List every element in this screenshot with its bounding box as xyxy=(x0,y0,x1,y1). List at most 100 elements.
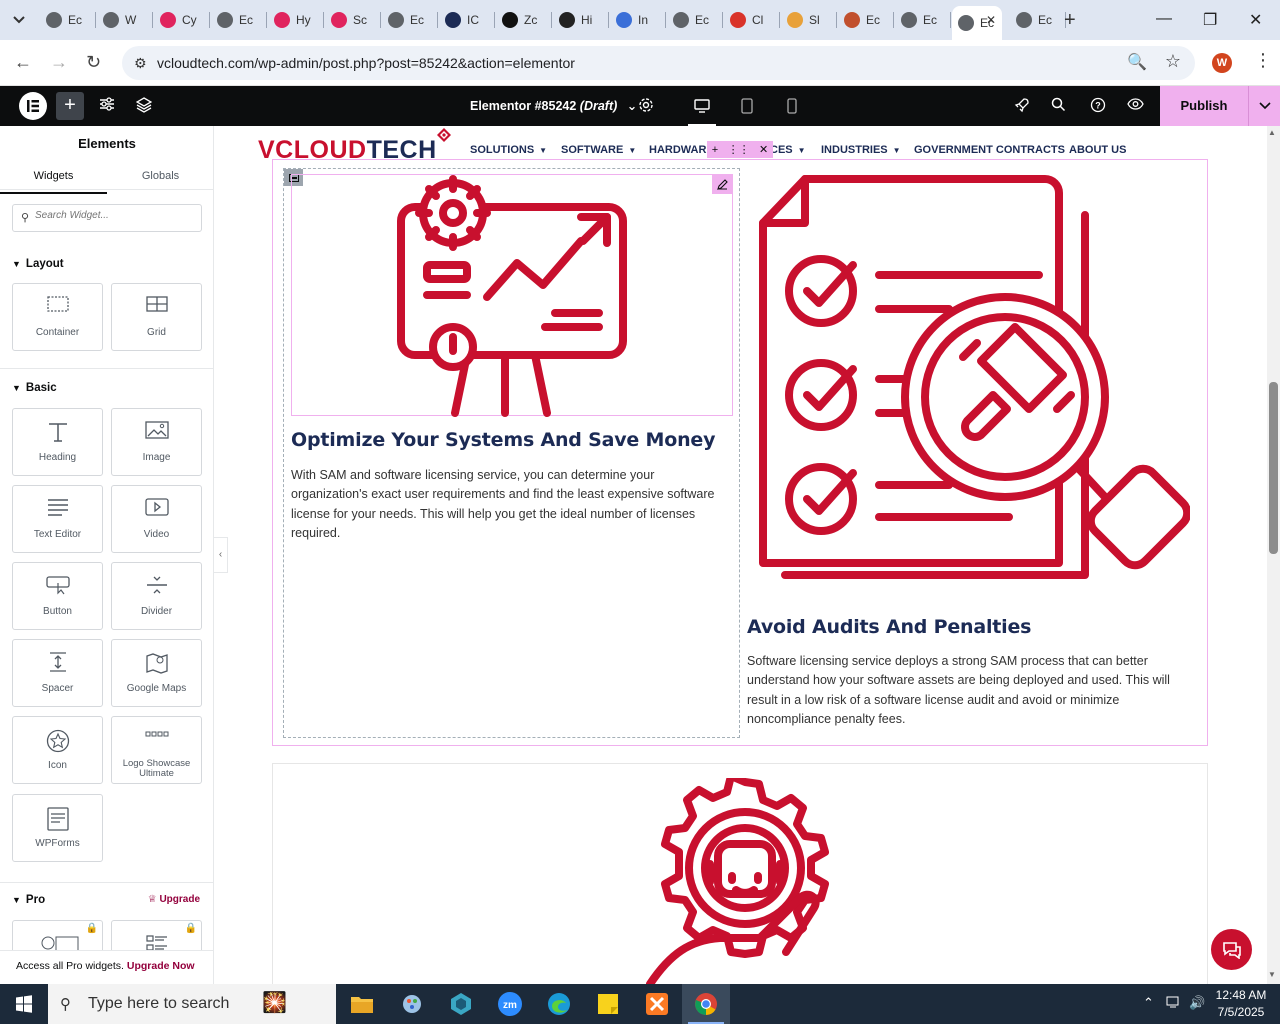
paint-app-icon[interactable] xyxy=(388,984,436,1024)
widget-video[interactable]: Video xyxy=(111,485,202,553)
browser-tab[interactable]: Hy xyxy=(268,6,324,34)
browser-tab[interactable]: Ec xyxy=(1010,6,1066,34)
address-bar[interactable]: ⚙ vcloudtech.com/wp-admin/post.php?post=… xyxy=(122,46,1195,80)
upgrade-now-link[interactable]: Upgrade Now xyxy=(127,960,195,972)
browser-tab[interactable]: Ec xyxy=(382,6,438,34)
browser-tab[interactable]: Hi xyxy=(553,6,609,34)
widget-grid[interactable]: Grid xyxy=(111,283,202,351)
tab-widgets[interactable]: Widgets xyxy=(0,170,107,194)
widget-spacer[interactable]: Spacer xyxy=(12,639,103,707)
browser-tab[interactable]: Ec ✕ xyxy=(952,6,1002,40)
document-title[interactable]: Elementor #85242 (Draft) ⌄ xyxy=(470,98,637,113)
bookmark-star-icon[interactable]: ☆ xyxy=(1165,51,1181,72)
browser-tab[interactable]: Cl xyxy=(724,6,780,34)
desktop-view-icon[interactable] xyxy=(680,86,724,126)
browser-tab[interactable]: Ec xyxy=(211,6,267,34)
widget-image[interactable]: Image xyxy=(111,408,202,476)
restore-window-button[interactable]: ❐ xyxy=(1203,10,1217,30)
network-icon[interactable] xyxy=(1166,995,1182,1012)
add-element-button[interactable]: + xyxy=(56,92,84,120)
mobile-view-icon[interactable] xyxy=(770,86,814,126)
browser-tab[interactable]: Cy xyxy=(154,6,210,34)
nav-item-software[interactable]: SOFTWARE ▼ xyxy=(561,144,636,156)
widget-logo-showcase[interactable]: Logo Showcase Ultimate xyxy=(111,716,202,784)
volume-icon[interactable]: 🔊 xyxy=(1189,995,1205,1011)
close-tab-icon[interactable]: ✕ xyxy=(986,13,996,27)
page-settings-gear-icon[interactable] xyxy=(638,97,654,117)
widget-text-editor[interactable]: Text Editor xyxy=(12,485,103,553)
chat-support-button[interactable] xyxy=(1211,929,1252,970)
sticky-notes-icon[interactable] xyxy=(584,984,632,1024)
canvas-scrollbar-thumb[interactable] xyxy=(1269,382,1278,554)
notes-rocket-icon[interactable] xyxy=(1014,97,1030,117)
scroll-up-arrow-icon[interactable]: ▲ xyxy=(1268,128,1276,137)
finder-search-icon[interactable] xyxy=(1051,97,1066,116)
widget-icon[interactable]: Icon xyxy=(12,716,103,784)
widget-search-field[interactable]: ⚲ xyxy=(12,204,202,232)
browser-tab[interactable]: Zc xyxy=(496,6,552,34)
nav-item-solutions[interactable]: SOLUTIONS ▼ xyxy=(470,144,547,156)
category-layout[interactable]: ▼ Layout xyxy=(12,258,64,270)
structure-layers-icon[interactable] xyxy=(135,97,153,117)
tab-search-button[interactable] xyxy=(6,8,32,32)
upgrade-link[interactable]: ♕ Upgrade xyxy=(148,894,200,905)
site-settings-icon[interactable] xyxy=(99,97,115,115)
taskbar-clock[interactable]: 12:48 AM 7/5/2025 xyxy=(1208,987,1274,1021)
publish-options-chevron-icon[interactable] xyxy=(1248,86,1280,126)
widget-google-maps[interactable]: Google Maps xyxy=(111,639,202,707)
canvas-scrollbar[interactable] xyxy=(1267,126,1280,984)
widget-search-input[interactable] xyxy=(35,210,195,221)
category-basic[interactable]: ▼ Basic xyxy=(12,382,57,394)
nav-item-services[interactable]: CES ▼ xyxy=(770,144,806,156)
widget-divider[interactable]: Divider xyxy=(111,562,202,630)
reload-button[interactable]: ↻ xyxy=(86,52,101,73)
chrome-browser-icon[interactable] xyxy=(682,984,730,1024)
windows-start-button[interactable] xyxy=(0,984,48,1024)
delete-section-icon[interactable]: ✕ xyxy=(759,143,768,156)
widget-heading[interactable]: Heading xyxy=(12,408,103,476)
file-explorer-icon[interactable] xyxy=(338,984,386,1024)
category-pro[interactable]: ▼ Pro xyxy=(12,894,45,906)
browser-menu-icon[interactable]: ⋮ xyxy=(1254,50,1272,71)
panel-collapse-toggle[interactable]: ‹ xyxy=(214,537,228,573)
browser-tab[interactable]: Sc xyxy=(325,6,381,34)
zoom-app-icon[interactable]: zm xyxy=(486,984,534,1024)
forward-button[interactable]: → xyxy=(50,52,68,73)
xampp-icon[interactable] xyxy=(633,984,681,1024)
tablet-view-icon[interactable] xyxy=(725,86,769,126)
edit-pencil-icon[interactable] xyxy=(712,175,732,194)
publish-button[interactable]: Publish xyxy=(1160,86,1248,126)
browser-tab[interactable]: W xyxy=(97,6,153,34)
elementor-logo-icon[interactable] xyxy=(19,92,47,120)
nav-item-hardware[interactable]: HARDWARE xyxy=(649,144,714,156)
back-button[interactable]: ← xyxy=(14,52,32,73)
browser-tab[interactable]: Ec xyxy=(40,6,96,34)
widget-button[interactable]: Button xyxy=(12,562,103,630)
add-section-icon[interactable]: + xyxy=(712,144,718,156)
edge-browser-icon[interactable] xyxy=(535,984,583,1024)
new-tab-button[interactable]: + xyxy=(1064,9,1076,32)
url-text[interactable]: vcloudtech.com/wp-admin/post.php?post=85… xyxy=(157,55,575,71)
show-hidden-icons-chevron-icon[interactable]: ⌃ xyxy=(1143,995,1154,1011)
browser-tab[interactable]: In xyxy=(610,6,666,34)
app-hex-icon[interactable] xyxy=(437,984,485,1024)
scroll-down-arrow-icon[interactable]: ▼ xyxy=(1268,970,1276,979)
preview-eye-icon[interactable] xyxy=(1127,97,1144,115)
site-info-icon[interactable]: ⚙ xyxy=(134,55,147,72)
tab-globals[interactable]: Globals xyxy=(107,170,213,182)
nav-item-industries[interactable]: INDUSTRIES ▼ xyxy=(821,144,901,156)
taskbar-search-box[interactable]: ⚲ Type here to search 🎇 xyxy=(48,984,336,1024)
nav-item-about-us[interactable]: ABOUT US xyxy=(1069,144,1126,156)
browser-tab[interactable]: Ec xyxy=(838,6,894,34)
browser-tab[interactable]: Sl xyxy=(781,6,837,34)
profile-avatar[interactable]: W xyxy=(1212,53,1232,73)
minimize-window-button[interactable]: — xyxy=(1156,10,1172,28)
nav-item-government-contracts[interactable]: GOVERNMENT CONTRACTS xyxy=(914,144,1065,156)
zoom-icon[interactable]: 🔍 xyxy=(1127,52,1147,72)
browser-tab[interactable]: IC xyxy=(439,6,495,34)
widget-wpforms[interactable]: WPForms xyxy=(12,794,103,862)
browser-tab[interactable]: Ec xyxy=(667,6,723,34)
help-icon[interactable]: ? xyxy=(1090,97,1106,117)
browser-tab[interactable]: Ec xyxy=(895,6,951,34)
widget-container[interactable]: Container xyxy=(12,283,103,351)
